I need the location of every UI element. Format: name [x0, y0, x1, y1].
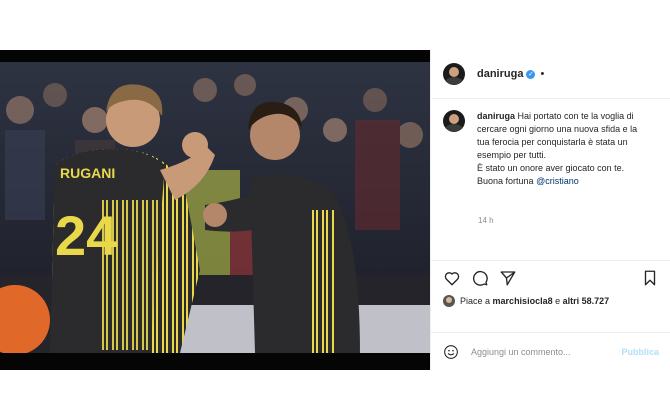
caption-line-2: È stato un onore aver giocato con te.	[477, 163, 625, 173]
emoji-icon[interactable]	[443, 344, 459, 360]
caption-line-3: Buona fortuna	[477, 176, 534, 186]
liker-avatar[interactable]	[443, 295, 455, 307]
avatar[interactable]	[443, 63, 465, 85]
caption-username[interactable]: daniruga	[477, 111, 515, 121]
likes-others-link[interactable]: altri 58.727	[563, 296, 610, 306]
publish-button[interactable]: Pubblica	[621, 347, 659, 357]
jersey-number: 24	[55, 204, 117, 267]
post-header: daniruga ✓ •	[431, 50, 670, 99]
likes-middle: e	[555, 296, 561, 306]
instagram-post: RUGANI 24 daniruga ✓ • daniruga Hai port…	[0, 50, 670, 370]
caption-avatar[interactable]	[443, 110, 465, 132]
post-caption: daniruga Hai portato con te la voglia di…	[431, 110, 670, 188]
username-link[interactable]: daniruga	[477, 68, 523, 80]
photo-players-celebrating: RUGANI 24	[0, 50, 430, 370]
more-options-icon[interactable]: •	[540, 68, 544, 80]
jersey-name: RUGANI	[60, 165, 115, 181]
likes-prefix: Piace a	[460, 296, 491, 306]
verified-badge-icon: ✓	[526, 69, 536, 79]
post-photo[interactable]: RUGANI 24	[0, 50, 430, 370]
comment-input[interactable]	[469, 346, 613, 358]
liker-username[interactable]: marchisiocla8	[493, 296, 553, 306]
comment-icon[interactable]	[471, 269, 489, 287]
mention-link[interactable]: @cristiano	[536, 176, 579, 186]
heart-icon[interactable]	[443, 269, 461, 287]
post-sidebar: daniruga ✓ • daniruga Hai portato con te…	[430, 50, 670, 370]
bookmark-icon[interactable]	[641, 269, 659, 287]
comment-bar: Pubblica	[431, 332, 670, 371]
post-time[interactable]: 14 h	[478, 216, 494, 225]
likes-summary: Piace a marchisiocla8 e altri 58.727	[443, 295, 663, 307]
caption-text: daniruga Hai portato con te la voglia di…	[477, 110, 652, 188]
share-icon[interactable]	[499, 269, 517, 287]
action-bar	[431, 260, 670, 287]
